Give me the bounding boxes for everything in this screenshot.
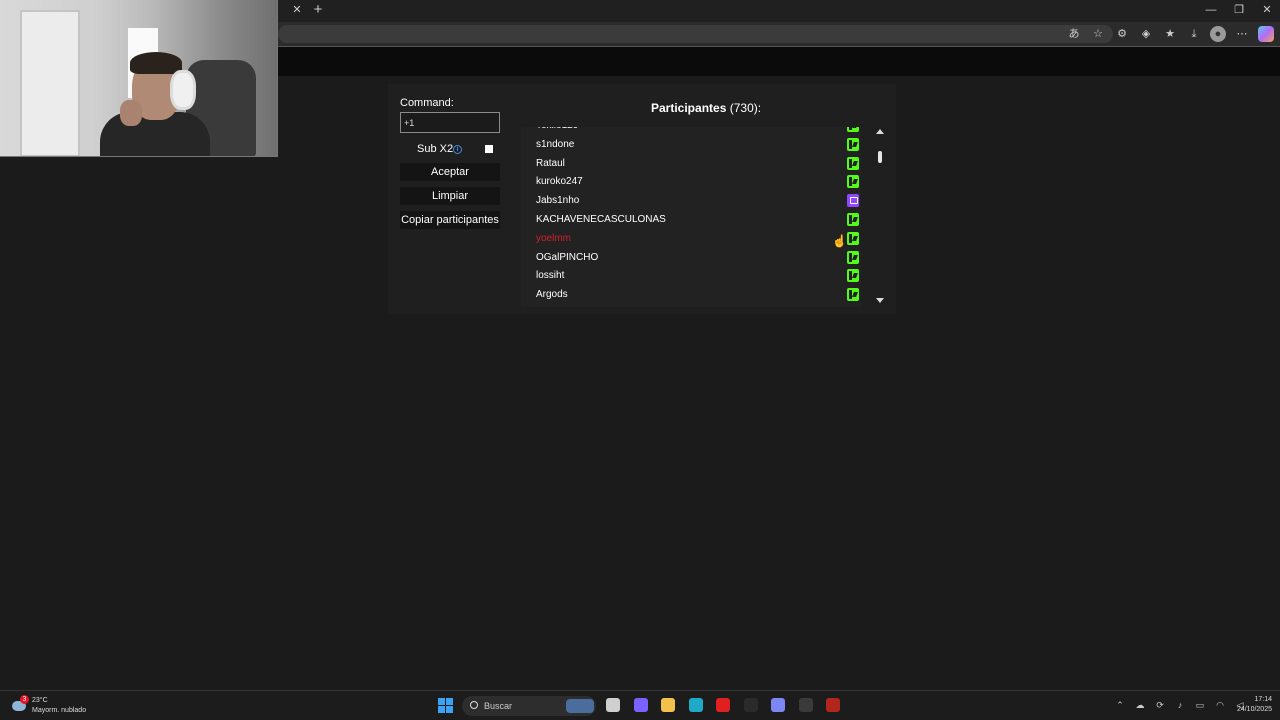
kick-icon: [847, 137, 859, 151]
kick-icon: [847, 288, 859, 302]
weather-description: Mayorm. nublado: [32, 707, 87, 714]
kick-icon: [847, 127, 859, 132]
windows-start-icon[interactable]: [438, 698, 453, 713]
participants-title: Participantes (730):: [651, 101, 761, 115]
participants-list[interactable]: Tekilo129 s1ndone Rataul kuroko247 Jabs1nho K…: [521, 127, 861, 307]
copy-participants-button[interactable]: Copiar participantes: [400, 211, 500, 229]
star-icon[interactable]: ☆: [1090, 26, 1106, 42]
sub-x2-row: Sub X2 i: [417, 142, 495, 156]
participant-name: lossiht: [536, 270, 565, 282]
info-icon[interactable]: i: [453, 145, 462, 154]
participant-name: Tekilo129: [536, 127, 578, 131]
kick-icon: [847, 175, 859, 189]
edge-icon[interactable]: [688, 698, 703, 712]
kick-icon: [847, 231, 859, 245]
participant-row[interactable]: lossiht: [521, 267, 861, 286]
hand-cursor-icon: ☝: [832, 234, 847, 248]
favorites-icon[interactable]: ★: [1162, 26, 1178, 42]
profile-icon[interactable]: ●: [1210, 26, 1226, 42]
scroll-down-arrow-icon[interactable]: [876, 298, 884, 303]
participant-row[interactable]: Argods: [521, 286, 861, 305]
scroll-up-arrow-icon[interactable]: [876, 129, 884, 134]
participant-name: Rataul: [536, 157, 565, 169]
taskbar: 3 23°C Mayorm. nublado Buscar ⌃ ☁ ⟳ ♪ ▭ …: [0, 690, 1280, 720]
participant-name: kuroko247: [536, 176, 583, 188]
accept-button[interactable]: Aceptar: [400, 163, 500, 181]
clear-button[interactable]: Limpiar: [400, 187, 500, 205]
mic-icon[interactable]: ♪: [1174, 699, 1186, 711]
translate-icon[interactable]: あ: [1066, 26, 1082, 42]
window-controls: — ❐ ✕: [1204, 2, 1274, 18]
kick-icon: [847, 250, 859, 264]
search-placeholder: Buscar: [484, 701, 513, 711]
giveaway-panel: Command: Sub X2 i Aceptar Limpiar Copiar…: [388, 84, 896, 314]
taskbar-search[interactable]: Buscar: [462, 696, 596, 716]
new-tab-button[interactable]: +: [310, 2, 326, 18]
search-highlight-image: [566, 699, 594, 713]
participant-name: KACHAVENECASCULONAS: [536, 214, 666, 225]
clock-date: 24/10/2025: [1236, 706, 1272, 713]
participant-row[interactable]: yoelmm: [521, 230, 861, 249]
participant-name: s1ndone: [536, 138, 575, 150]
participant-name: Argods: [536, 289, 568, 301]
participants-count: (730):: [729, 101, 762, 115]
wps-icon[interactable]: [716, 698, 730, 712]
capcut-icon[interactable]: [743, 698, 758, 712]
address-bar[interactable]: [278, 25, 1113, 43]
webcam-border: [0, 0, 278, 157]
participant-row[interactable]: KACHAVENECASCULONAS: [521, 211, 861, 230]
screen: ✕ + — ❐ ✕ あ ☆ ⚙ ◈ ★ ⤓ ● ⋯ Command: +1 Su…: [0, 0, 1280, 720]
participant-row[interactable]: Tekilo129: [521, 127, 861, 136]
sub-x2-label: Sub X2: [417, 143, 454, 155]
copilot-icon[interactable]: [1258, 26, 1274, 42]
command-label: Command:: [400, 97, 454, 109]
chevron-up-icon[interactable]: ⌃: [1114, 699, 1126, 711]
participant-row[interactable]: Jabs1nho: [521, 192, 861, 211]
twitch-icon: [847, 194, 859, 208]
file-explorer-icon[interactable]: [661, 698, 675, 712]
shield-icon[interactable]: ◈: [1138, 26, 1154, 42]
participant-name: OGalPINCHO: [536, 251, 599, 263]
tab-close-icon[interactable]: ✕: [290, 3, 304, 17]
display-icon[interactable]: ▭: [1194, 699, 1206, 711]
minimize-button[interactable]: —: [1204, 2, 1218, 18]
extensions-icon[interactable]: ⚙: [1114, 26, 1130, 42]
participant-row[interactable]: OGalPINCHO: [521, 249, 861, 268]
clock-time: 17:14: [1254, 696, 1272, 703]
weather-badge: 3: [20, 695, 29, 704]
discord-icon[interactable]: [771, 698, 785, 712]
participant-name: Jabs1nho: [536, 195, 580, 207]
participants-scrollbar[interactable]: [874, 127, 886, 307]
taskbar-clock[interactable]: 17:14 24/10/2025: [1226, 695, 1272, 715]
close-window-button[interactable]: ✕: [1260, 2, 1274, 18]
cloud-icon[interactable]: ☁: [1134, 699, 1146, 711]
more-icon[interactable]: ⋯: [1234, 26, 1250, 42]
wifi-icon[interactable]: ◠: [1214, 699, 1226, 711]
dota-icon[interactable]: [826, 698, 840, 712]
sub-x2-checkbox[interactable]: [485, 145, 493, 153]
weather-widget[interactable]: 3 23°C Mayorm. nublado: [12, 695, 112, 717]
participant-row[interactable]: s1ndone: [521, 136, 861, 155]
kick-icon: [847, 156, 859, 170]
kick-icon: [847, 269, 859, 283]
participant-row[interactable]: hh12022: [521, 305, 861, 307]
participant-row[interactable]: kuroko247: [521, 173, 861, 192]
search-icon: [470, 701, 478, 709]
toolbar-icons: あ ☆ ⚙ ◈ ★ ⤓ ● ⋯: [1066, 26, 1274, 42]
obs-icon[interactable]: [798, 698, 813, 712]
restore-button[interactable]: ❐: [1232, 2, 1246, 18]
command-input[interactable]: [400, 112, 500, 133]
participant-row[interactable]: Rataul: [521, 155, 861, 174]
participant-name: yoelmm: [536, 232, 572, 244]
taskview-icon[interactable]: [606, 698, 620, 712]
webcam-overlay: [0, 0, 278, 157]
kick-icon: [847, 213, 859, 226]
scrollbar-thumb[interactable]: [878, 151, 882, 163]
participants-title-label: Participantes: [651, 101, 727, 115]
sync-icon[interactable]: ⟳: [1154, 699, 1166, 711]
copilot-icon[interactable]: [633, 698, 648, 712]
download-icon[interactable]: ⤓: [1186, 26, 1202, 42]
weather-temperature: 23°C: [32, 697, 48, 704]
